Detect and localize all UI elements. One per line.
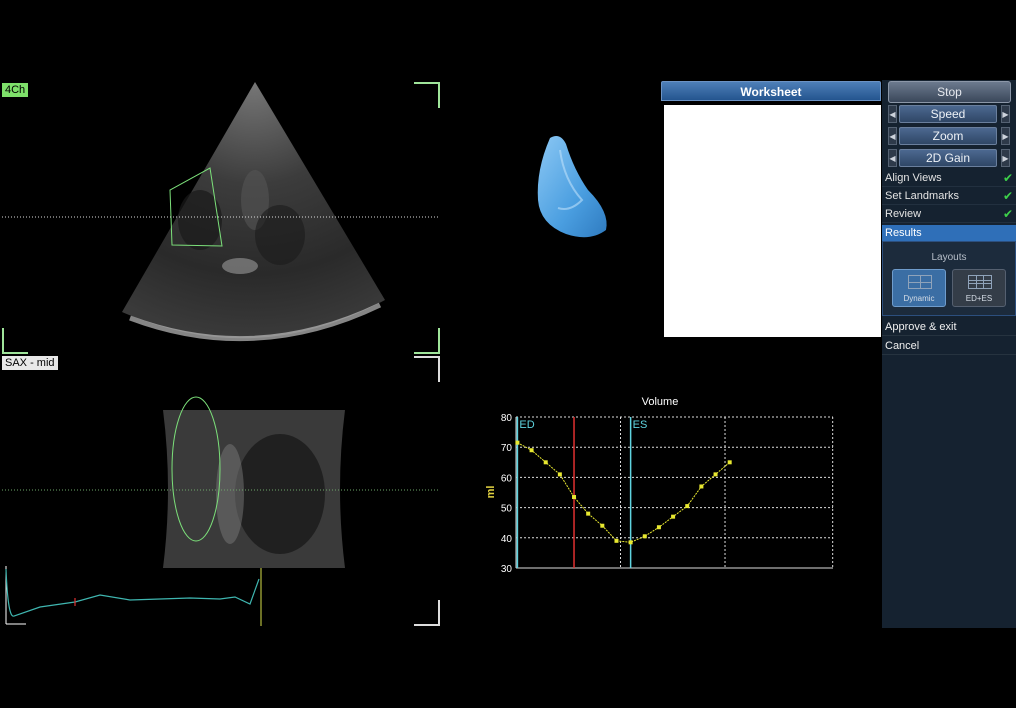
- sax-mid-view[interactable]: [0, 354, 440, 626]
- gain-decrease-icon[interactable]: ◀: [888, 149, 897, 167]
- volume-point: [543, 460, 548, 465]
- step-label: Align Views: [885, 172, 942, 184]
- chart-y-axis-label: ml: [485, 486, 497, 499]
- step-label: Review: [885, 208, 922, 220]
- gain-button[interactable]: 2D Gain: [899, 149, 997, 167]
- apical-4ch-view[interactable]: [0, 80, 440, 352]
- volume-point: [685, 504, 690, 509]
- volume-point: [586, 511, 591, 516]
- checkmark-icon: ✔: [1002, 171, 1013, 185]
- speed-decrease-icon[interactable]: ◀: [888, 105, 897, 123]
- gain-control: ◀ 2D Gain ▶: [888, 149, 1010, 167]
- speed-button[interactable]: Speed: [899, 105, 997, 123]
- approve-exit-button[interactable]: Approve & exit: [882, 318, 1016, 336]
- worksheet-title[interactable]: Worksheet: [661, 81, 881, 101]
- layouts-title: Layouts: [931, 252, 967, 263]
- y-tick-label: 50: [501, 504, 513, 515]
- speed-increase-icon[interactable]: ▶: [1001, 105, 1010, 123]
- volume-point: [515, 440, 520, 445]
- view-label-4ch: 4Ch: [2, 83, 29, 97]
- zoom-decrease-icon[interactable]: ◀: [888, 127, 897, 145]
- y-tick-label: 80: [501, 413, 513, 424]
- corner-bracket: [414, 356, 440, 382]
- layout-grid-icon: [908, 275, 932, 289]
- checkmark-icon: ✔: [1002, 189, 1013, 203]
- volume-point: [600, 523, 605, 528]
- volume-curve: [517, 442, 731, 543]
- chart-title: Volume: [642, 396, 679, 408]
- zoom-increase-icon[interactable]: ▶: [1001, 127, 1010, 145]
- volume-point: [713, 472, 718, 477]
- y-tick-label: 40: [501, 534, 513, 545]
- step-align-views[interactable]: Align Views ✔: [882, 169, 1016, 187]
- zoom-control: ◀ Zoom ▶: [888, 127, 1010, 145]
- corner-bracket: [414, 600, 440, 626]
- zoom-button[interactable]: Zoom: [899, 127, 997, 145]
- corner-bracket: [414, 82, 440, 108]
- stop-button[interactable]: Stop: [888, 81, 1011, 103]
- volume-chart: Volume ml 30 40 50 60 70 80 ED ES: [485, 396, 834, 575]
- layout-grid-icon: [968, 275, 992, 289]
- phase-marker-label: ES: [633, 419, 648, 431]
- y-tick-label: 30: [501, 564, 513, 575]
- phase-marker-label: ED: [519, 419, 534, 431]
- step-set-landmarks[interactable]: Set Landmarks ✔: [882, 187, 1016, 205]
- layouts-group: Layouts Dynamic ED+ES: [882, 241, 1016, 316]
- volume-point: [529, 448, 534, 453]
- volume-point: [727, 460, 732, 465]
- gain-increase-icon[interactable]: ▶: [1001, 149, 1010, 167]
- view-label-sax: SAX - mid: [2, 356, 58, 370]
- layout-label: Dynamic: [903, 294, 935, 303]
- step-label: Set Landmarks: [885, 190, 959, 202]
- volume-point: [614, 538, 619, 543]
- volume-point: [628, 540, 633, 545]
- corner-bracket: [2, 328, 28, 354]
- layout-ed-es-button[interactable]: ED+ES: [952, 269, 1006, 307]
- step-review[interactable]: Review ✔: [882, 205, 1016, 223]
- volume-point: [699, 484, 704, 489]
- apical-4ch-image: [2, 82, 438, 342]
- volume-point: [557, 472, 562, 477]
- checkmark-icon: ✔: [1002, 207, 1013, 221]
- cancel-button[interactable]: Cancel: [882, 337, 1016, 355]
- y-tick-label: 60: [501, 473, 513, 484]
- volume-point: [671, 514, 676, 519]
- layout-dynamic-button[interactable]: Dynamic: [892, 269, 946, 307]
- corner-bracket: [414, 328, 440, 354]
- volume-point: [656, 525, 661, 530]
- worksheet-area[interactable]: [664, 105, 881, 337]
- sax-mid-image: [2, 396, 438, 626]
- y-tick-label: 70: [501, 443, 513, 454]
- speed-control: ◀ Speed ▶: [888, 105, 1010, 123]
- step-results[interactable]: Results: [882, 225, 1016, 241]
- layout-label: ED+ES: [965, 294, 993, 303]
- volume-point: [572, 495, 577, 500]
- lv-3d-model[interactable]: [530, 130, 620, 245]
- volume-point: [642, 534, 647, 539]
